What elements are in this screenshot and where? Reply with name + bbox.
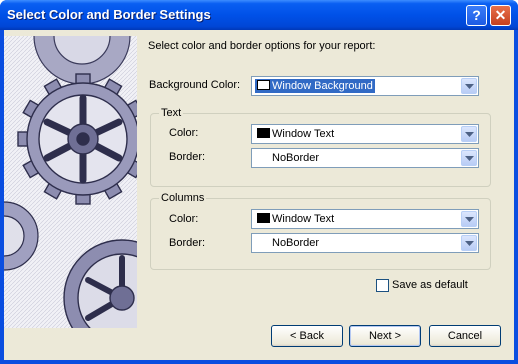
background-color-label: Background Color:	[149, 79, 241, 91]
cancel-button[interactable]: Cancel	[429, 325, 501, 347]
columns-border-value: NoBorder	[272, 237, 320, 249]
dropdown-arrow-icon[interactable]	[461, 211, 477, 227]
dialog-client-area: Select color and border options for your…	[4, 30, 514, 360]
text-color-value: Window Text	[272, 128, 335, 140]
background-color-combo[interactable]: Window Background	[251, 76, 479, 96]
white-swatch-icon	[257, 80, 270, 90]
close-button[interactable]: ✕	[490, 5, 511, 26]
columns-color-selected: Window Text	[255, 212, 336, 226]
black-swatch-icon	[257, 213, 270, 223]
save-as-default-checkbox[interactable]	[376, 279, 389, 292]
columns-group-legend: Columns	[159, 192, 207, 204]
background-color-value: Window Background	[272, 80, 373, 92]
help-button[interactable]: ?	[466, 5, 487, 26]
columns-color-label: Color:	[169, 213, 199, 225]
text-border-label: Border:	[169, 151, 206, 163]
dropdown-arrow-icon[interactable]	[461, 235, 477, 251]
columns-border-combo[interactable]: NoBorder	[251, 233, 479, 253]
text-group-legend: Text	[159, 107, 184, 119]
dialog-window: Select Color and Border Settings ? ✕ Sel…	[0, 0, 518, 364]
save-as-default-label[interactable]: Save as default	[392, 279, 468, 291]
window-title: Select Color and Border Settings	[7, 7, 211, 22]
intro-text: Select color and border options for your…	[148, 40, 376, 52]
dropdown-arrow-icon[interactable]	[461, 78, 477, 94]
black-swatch-icon	[257, 128, 270, 138]
title-bar[interactable]: Select Color and Border Settings ? ✕	[0, 0, 518, 30]
next-button[interactable]: Next >	[349, 325, 421, 347]
text-color-selected: Window Text	[255, 127, 336, 141]
columns-color-value: Window Text	[272, 213, 335, 225]
text-border-value: NoBorder	[272, 152, 320, 164]
dropdown-arrow-icon[interactable]	[461, 126, 477, 142]
back-button[interactable]: < Back	[271, 325, 343, 347]
columns-color-combo[interactable]: Window Text	[251, 209, 479, 229]
text-color-combo[interactable]: Window Text	[251, 124, 479, 144]
columns-border-label: Border:	[169, 237, 206, 249]
text-border-combo[interactable]: NoBorder	[251, 148, 479, 168]
dropdown-arrow-icon[interactable]	[461, 150, 477, 166]
gears-illustration	[4, 36, 137, 328]
text-color-label: Color:	[169, 127, 199, 139]
background-color-selected: Window Background	[255, 79, 375, 93]
